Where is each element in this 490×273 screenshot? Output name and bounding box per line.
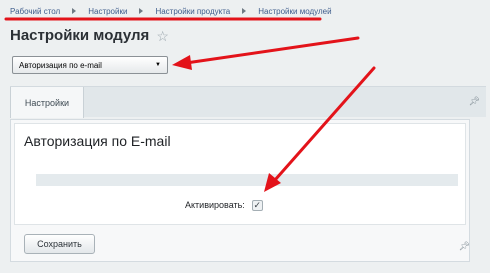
- settings-panel-content: Авторизация по E-mail Активировать: ✓: [14, 123, 466, 225]
- activate-checkbox[interactable]: ✓: [251, 199, 263, 211]
- activate-label: Активировать:: [185, 200, 245, 210]
- module-select[interactable]: Авторизация по e-mail ▼: [12, 56, 168, 74]
- breadcrumb-item-product-settings[interactable]: Настройки продукта: [155, 7, 230, 16]
- pin-icon[interactable]: 📌︎: [469, 97, 480, 106]
- pin-icon[interactable]: 📌︎: [459, 242, 470, 251]
- breadcrumb: Рабочий стол Настройки Настройки продукт…: [10, 4, 332, 18]
- chevron-right-icon: [242, 8, 247, 14]
- settings-panel: Авторизация по E-mail Активировать: ✓ Со…: [10, 119, 470, 262]
- arrow-to-select-shaft: [184, 36, 360, 65]
- breadcrumb-item-desktop[interactable]: Рабочий стол: [10, 7, 60, 16]
- arrow-to-select-head: [172, 55, 192, 70]
- chevron-right-icon: [72, 8, 77, 14]
- tab-settings[interactable]: Настройки: [10, 87, 84, 118]
- page-title-row: Настройки модуля ☆: [10, 27, 169, 44]
- breadcrumb-item-settings[interactable]: Настройки: [88, 7, 127, 16]
- section-title: Авторизация по E-mail: [24, 133, 171, 149]
- chevron-down-icon: ▼: [155, 62, 161, 68]
- section-divider: [36, 174, 458, 186]
- chevron-right-icon: [139, 8, 144, 14]
- page-title: Настройки модуля: [10, 27, 150, 44]
- star-icon[interactable]: ☆: [156, 29, 169, 43]
- activate-row: Активировать: ✓: [185, 198, 263, 212]
- save-button[interactable]: Сохранить: [24, 234, 95, 254]
- tab-bar: Настройки 📌︎: [10, 86, 486, 118]
- module-select-value: Авторизация по e-mail: [19, 60, 102, 70]
- breadcrumb-item-module-settings[interactable]: Настройки модулей: [258, 7, 331, 16]
